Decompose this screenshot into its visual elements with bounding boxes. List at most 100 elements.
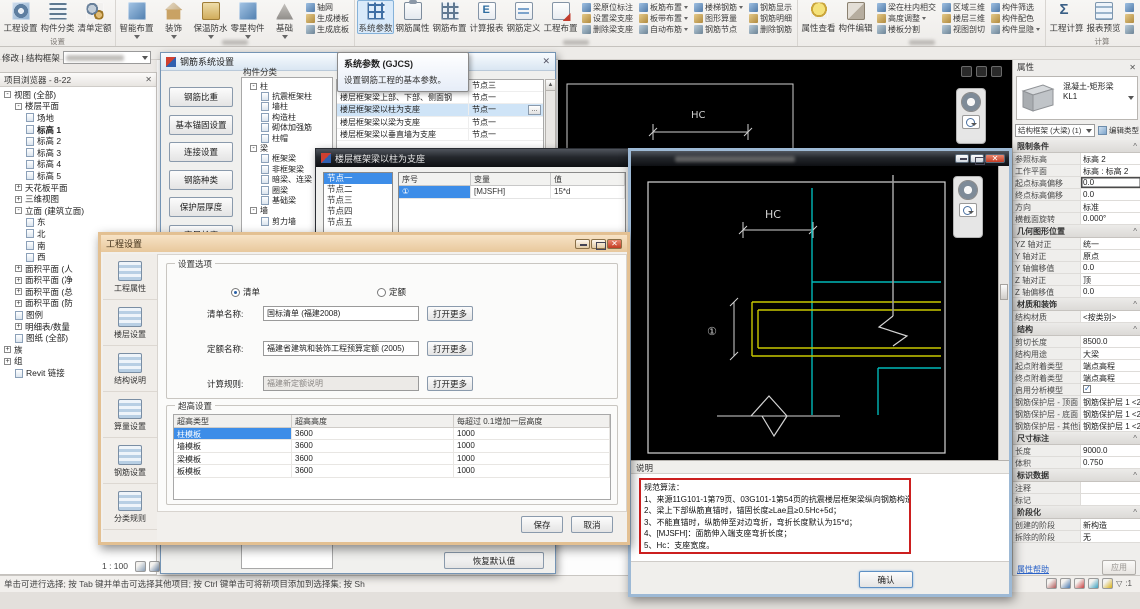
- ribbon-large-button[interactable]: 构件分类: [39, 0, 76, 34]
- table-cell[interactable]: 梁模板: [174, 453, 292, 466]
- collapse-icon[interactable]: -: [4, 91, 11, 98]
- view-tool-icon[interactable]: [961, 66, 972, 77]
- expand-icon[interactable]: +: [15, 288, 22, 295]
- ribbon-large-button[interactable]: 清单定额: [76, 0, 113, 34]
- tree-item[interactable]: 构造柱: [246, 112, 332, 122]
- node-list-item[interactable]: 节点一: [324, 173, 392, 184]
- ribbon-small-button[interactable]: 生成楼板: [306, 13, 349, 24]
- ribbon-small-button[interactable]: [1125, 2, 1136, 13]
- ribbon-small-button[interactable]: 楼板分割: [877, 24, 936, 35]
- ribbon-large-button[interactable]: 工程计算: [1048, 0, 1085, 34]
- ribbon-small-button[interactable]: 楼梯钢筋: [694, 2, 743, 13]
- edit-type-button[interactable]: 编辑类型: [1098, 125, 1139, 136]
- ribbon-small-button[interactable]: 钢筋节点: [694, 24, 743, 35]
- zoom-icon[interactable]: [962, 115, 980, 129]
- selection-tool-icon[interactable]: [1046, 578, 1057, 589]
- node-setting-row[interactable]: 楼层框架梁上部、下部、侧面钢节点一: [337, 92, 543, 104]
- steering-wheel-icon[interactable]: [961, 92, 981, 112]
- chevron-down-icon[interactable]: [1128, 96, 1134, 100]
- property-value[interactable]: 钢筋保护层 1 <2...: [1081, 396, 1140, 407]
- property-value[interactable]: 钢筋保护层 1 <2...: [1081, 420, 1140, 431]
- tree-item[interactable]: 标高 3: [0, 147, 156, 159]
- property-value[interactable]: [1081, 482, 1140, 493]
- more-button[interactable]: ...: [528, 105, 541, 115]
- settings-nav-item[interactable]: 工程属性: [103, 254, 157, 300]
- ribbon-small-button[interactable]: 自动布筋: [639, 24, 688, 35]
- ribbon-large-button[interactable]: 属性查看: [800, 0, 837, 34]
- node-list-item[interactable]: 节点五: [324, 217, 392, 228]
- ribbon-large-button[interactable]: 装饰: [155, 0, 192, 39]
- collapse-icon[interactable]: ^: [1133, 508, 1137, 517]
- close-icon[interactable]: ✕: [542, 56, 550, 67]
- ribbon-large-button[interactable]: 报表预览: [1085, 0, 1122, 34]
- table-cell[interactable]: 3600: [292, 428, 454, 441]
- ribbon-small-button[interactable]: 删除钢筋: [749, 24, 792, 35]
- node-setting-row[interactable]: 楼层框架梁以垂直墙为支座节点一: [337, 129, 543, 141]
- type-preview[interactable]: 混凝土-矩形梁 KL1: [1016, 76, 1138, 120]
- open-more-button[interactable]: 打开更多: [427, 306, 473, 321]
- expand-icon[interactable]: +: [15, 323, 22, 330]
- scroll-thumb[interactable]: [1000, 284, 1008, 300]
- ribbon-small-button[interactable]: 设置梁支座: [582, 13, 633, 24]
- section-header[interactable]: 材质和装饰^: [1013, 298, 1140, 311]
- selection-tool-icon[interactable]: [1060, 578, 1071, 589]
- collapse-icon[interactable]: -: [250, 83, 257, 90]
- ribbon-large-button[interactable]: 智能布置: [118, 0, 155, 39]
- ribbon-small-button[interactable]: 楼层三维: [942, 13, 985, 24]
- table-cell[interactable]: 1000: [454, 440, 610, 453]
- ribbon-large-button[interactable]: 零星构件: [229, 0, 266, 39]
- tree-item[interactable]: -楼层平面: [0, 101, 156, 113]
- cad-view-background[interactable]: HC: [558, 60, 1012, 148]
- property-value[interactable]: 0.0: [1081, 177, 1140, 188]
- settings-nav-item[interactable]: 楼层设置: [103, 300, 157, 346]
- dialog-titlebar[interactable]: 工程设置: [101, 235, 627, 252]
- property-value[interactable]: <按类别>: [1081, 311, 1140, 322]
- tree-item[interactable]: 墙柱: [246, 102, 332, 112]
- properties-help-link[interactable]: 属性帮助: [1017, 564, 1049, 575]
- ribbon-large-button[interactable]: 基础: [266, 0, 303, 39]
- settings-category-button[interactable]: 基本锚固设置: [169, 115, 233, 135]
- ribbon-large-button[interactable]: 钢筋定义: [505, 0, 542, 34]
- property-value[interactable]: 原点: [1081, 250, 1140, 261]
- window-titlebar[interactable]: [631, 151, 1009, 166]
- section-header[interactable]: 限制条件^: [1013, 140, 1140, 153]
- property-value[interactable]: 标高 2: [1081, 153, 1140, 164]
- view-tool-icon[interactable]: [135, 561, 146, 572]
- node-list-item[interactable]: 节点四: [324, 206, 392, 217]
- zoom-icon[interactable]: [959, 203, 977, 217]
- node-drawing-canvas[interactable]: HC ①: [631, 166, 1009, 460]
- tree-item[interactable]: 标高 5: [0, 170, 156, 182]
- node-setting-row[interactable]: 楼层框架梁以梁为支座节点一: [337, 117, 543, 129]
- ribbon-small-button[interactable]: 区域三维: [942, 2, 985, 13]
- collapse-icon[interactable]: ^: [1133, 434, 1137, 443]
- ribbon-small-button[interactable]: 梁原位标注: [582, 2, 633, 13]
- field-input[interactable]: 福建新定额说明: [263, 376, 419, 391]
- ribbon-large-button[interactable]: 钢筋布置: [431, 0, 468, 34]
- property-value[interactable]: 新构造: [1081, 519, 1140, 530]
- table-cell[interactable]: 1000: [454, 465, 610, 478]
- property-value[interactable]: 钢筋保护层 1 <2...: [1081, 408, 1140, 419]
- property-value[interactable]: 端点高程: [1081, 372, 1140, 383]
- type-selector[interactable]: 结构框架 (大梁) (1): [1015, 124, 1095, 137]
- dialog-titlebar[interactable]: 楼层框架梁以柱为支座: [316, 149, 631, 167]
- view-tool-icon[interactable]: [149, 561, 160, 572]
- table-cell[interactable]: 3600: [292, 453, 454, 466]
- close-icon[interactable]: [985, 154, 1005, 163]
- settings-category-button[interactable]: 钢筋比重: [169, 87, 233, 107]
- close-icon[interactable]: ✕: [1129, 63, 1136, 72]
- node-list-item[interactable]: 节点二: [324, 184, 392, 195]
- ribbon-large-button[interactable]: 保温防水: [192, 0, 229, 39]
- property-value[interactable]: 0.000°: [1081, 213, 1140, 224]
- tree-item[interactable]: 标高 4: [0, 159, 156, 171]
- view-tool-icon[interactable]: [991, 66, 1002, 77]
- close-icon[interactable]: ✕: [145, 75, 152, 84]
- collapse-icon[interactable]: -: [250, 145, 257, 152]
- open-more-button[interactable]: 打开更多: [427, 341, 473, 356]
- expand-icon[interactable]: +: [15, 184, 22, 191]
- ribbon-small-button[interactable]: 高度调整: [877, 13, 936, 24]
- ribbon-small-button[interactable]: 生成底板: [306, 24, 349, 35]
- section-header[interactable]: 尺寸标注^: [1013, 432, 1140, 445]
- table-cell[interactable]: 3600: [292, 465, 454, 478]
- expand-icon[interactable]: +: [4, 346, 11, 353]
- expand-icon[interactable]: +: [4, 358, 11, 365]
